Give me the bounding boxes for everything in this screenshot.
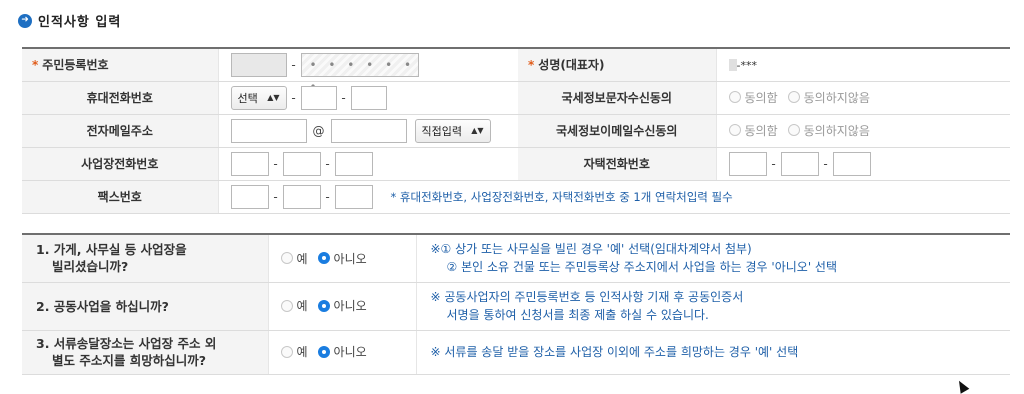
question-1-text: 1. 가게, 사무실 등 사업장을 빌리셨습니까? [22, 234, 269, 283]
sms-consent-disagree[interactable]: 동의하지않음 [787, 89, 870, 106]
select-arrows-icon: ▲▼ [471, 126, 484, 135]
row-mobile-sms: 휴대전화번호 선택 ▲▼ - - 국세정보문자수신동의 동의함 동의하지않음 [22, 81, 1010, 115]
radio-button-selected[interactable] [317, 252, 330, 264]
personal-info-table: *주민등록번호 -• • • • • • • *성명(대표자) -*** 휴대전… [22, 47, 1010, 214]
radio-button[interactable] [787, 124, 800, 137]
contact-required-note: * 휴대전화번호, 사업장전화번호, 자택전화번호 중 1개 연락처입력 필수 [390, 189, 733, 204]
email-consent-disagree[interactable]: 동의하지않음 [787, 122, 870, 139]
radio-button[interactable] [280, 299, 293, 312]
label-sms-consent: 국세정보문자수신동의 [518, 81, 717, 115]
email-domain-select[interactable]: 직접입력 ▲▼ [414, 118, 491, 143]
section-header: ➜ 인적사항 입력 [18, 11, 121, 30]
question-2-desc: ※ 공동사업자의 주민등록번호 등 인적사항 기재 후 공동인증서 서명을 통하여… [416, 282, 1010, 331]
q1-no-option[interactable]: 아니오 [317, 250, 367, 267]
fax-area-input[interactable] [230, 184, 269, 209]
question-2-text: 2. 공동사업을 하십니까? [22, 282, 269, 331]
mobile-mid-input[interactable] [300, 85, 337, 110]
radio-button[interactable] [280, 252, 293, 264]
email-consent-agree[interactable]: 동의함 [728, 122, 778, 139]
required-mark: * [32, 58, 39, 73]
home-phone-last-input[interactable] [832, 151, 871, 176]
radio-button-selected[interactable] [317, 299, 330, 312]
biz-phone-area-input[interactable] [230, 151, 269, 176]
business-questions-table: 1. 가게, 사무실 등 사업장을 빌리셨습니까? 예 아니오 ※① 상가 또는 … [22, 233, 1010, 375]
label-rrn: * 주민등록번호 [22, 48, 219, 82]
arrow-right-circle-icon: ➜ [18, 13, 32, 28]
row-rrn-name: *주민등록번호 -• • • • • • • *성명(대표자) -*** [22, 48, 1010, 94]
section-title: 인적사항 입력 [38, 15, 122, 30]
q2-no-option[interactable]: 아니오 [317, 297, 367, 314]
question-row: 1. 가게, 사무실 등 사업장을 빌리셨습니까? 예 아니오 ※① 상가 또는 … [22, 234, 1010, 283]
rrn-front-input[interactable] [230, 52, 287, 77]
radio-button[interactable] [728, 124, 741, 137]
home-phone-mid-input[interactable] [780, 151, 819, 176]
label-email-consent: 국세정보이메일수신동의 [518, 114, 717, 148]
mobile-prefix-select[interactable]: 선택 ▲▼ [230, 85, 287, 110]
label-email: 전자메일주소 [22, 114, 219, 148]
radio-button[interactable] [728, 91, 741, 104]
fax-mid-input[interactable] [282, 184, 321, 209]
question-3-desc: ※ 서류를 송달 받을 장소를 사업장 이외에 주소를 희망하는 경우 '예' … [416, 330, 1010, 375]
row-fax: 팩스번호 - - * 휴대전화번호, 사업장전화번호, 자택전화번호 중 1개 연락… [22, 180, 1010, 214]
radio-button[interactable] [280, 345, 293, 358]
row-email-consent: 전자메일주소 @ 직접입력 ▲▼ 국세정보이메일수신동의 동의함 동의하지않음 [22, 114, 1010, 148]
radio-button[interactable] [787, 91, 800, 104]
question-row: 2. 공동사업을 하십니까? 예 아니오 ※ 공동사업자의 주민등록번호 등 인… [22, 282, 1010, 331]
sms-consent-agree[interactable]: 동의함 [728, 89, 778, 106]
label-mobile: 휴대전화번호 [22, 81, 219, 115]
radio-button-selected[interactable] [317, 345, 330, 358]
biz-phone-mid-input[interactable] [282, 151, 321, 176]
select-arrows-icon: ▲▼ [267, 93, 280, 102]
rrn-back-input[interactable]: • • • • • • • [300, 52, 419, 94]
q3-no-option[interactable]: 아니오 [317, 343, 367, 360]
email-domain-input[interactable] [330, 118, 407, 143]
q2-yes-option[interactable]: 예 [280, 297, 308, 314]
label-biz-phone: 사업장전화번호 [22, 147, 219, 181]
label-home-phone: 자택전화번호 [518, 147, 717, 181]
q3-yes-option[interactable]: 예 [280, 343, 308, 360]
email-id-input[interactable] [230, 118, 307, 143]
home-phone-area-input[interactable] [728, 151, 767, 176]
label-fax: 팩스번호 [22, 180, 219, 214]
name-value: -*** [736, 58, 757, 72]
masked-name-block [728, 59, 737, 72]
mouse-cursor-icon [954, 378, 970, 394]
fax-last-input[interactable] [334, 184, 373, 209]
question-row: 3. 서류송달장소는 사업장 주소 외 별도 주소지를 희망하십니까? 예 아니오… [22, 330, 1010, 375]
row-biz-home-phone: 사업장전화번호 -- 자택전화번호 -- [22, 147, 1010, 181]
biz-phone-last-input[interactable] [334, 151, 373, 176]
q1-yes-option[interactable]: 예 [280, 250, 308, 267]
label-name: * 성명(대표자) [518, 48, 717, 82]
mobile-last-input[interactable] [350, 85, 387, 110]
question-3-text: 3. 서류송달장소는 사업장 주소 외 별도 주소지를 희망하십니까? [22, 330, 269, 375]
question-1-desc: ※① 상가 또는 사무실을 빌린 경우 '예' 선택(임대차계약서 첨부) ② 본… [416, 234, 1010, 283]
